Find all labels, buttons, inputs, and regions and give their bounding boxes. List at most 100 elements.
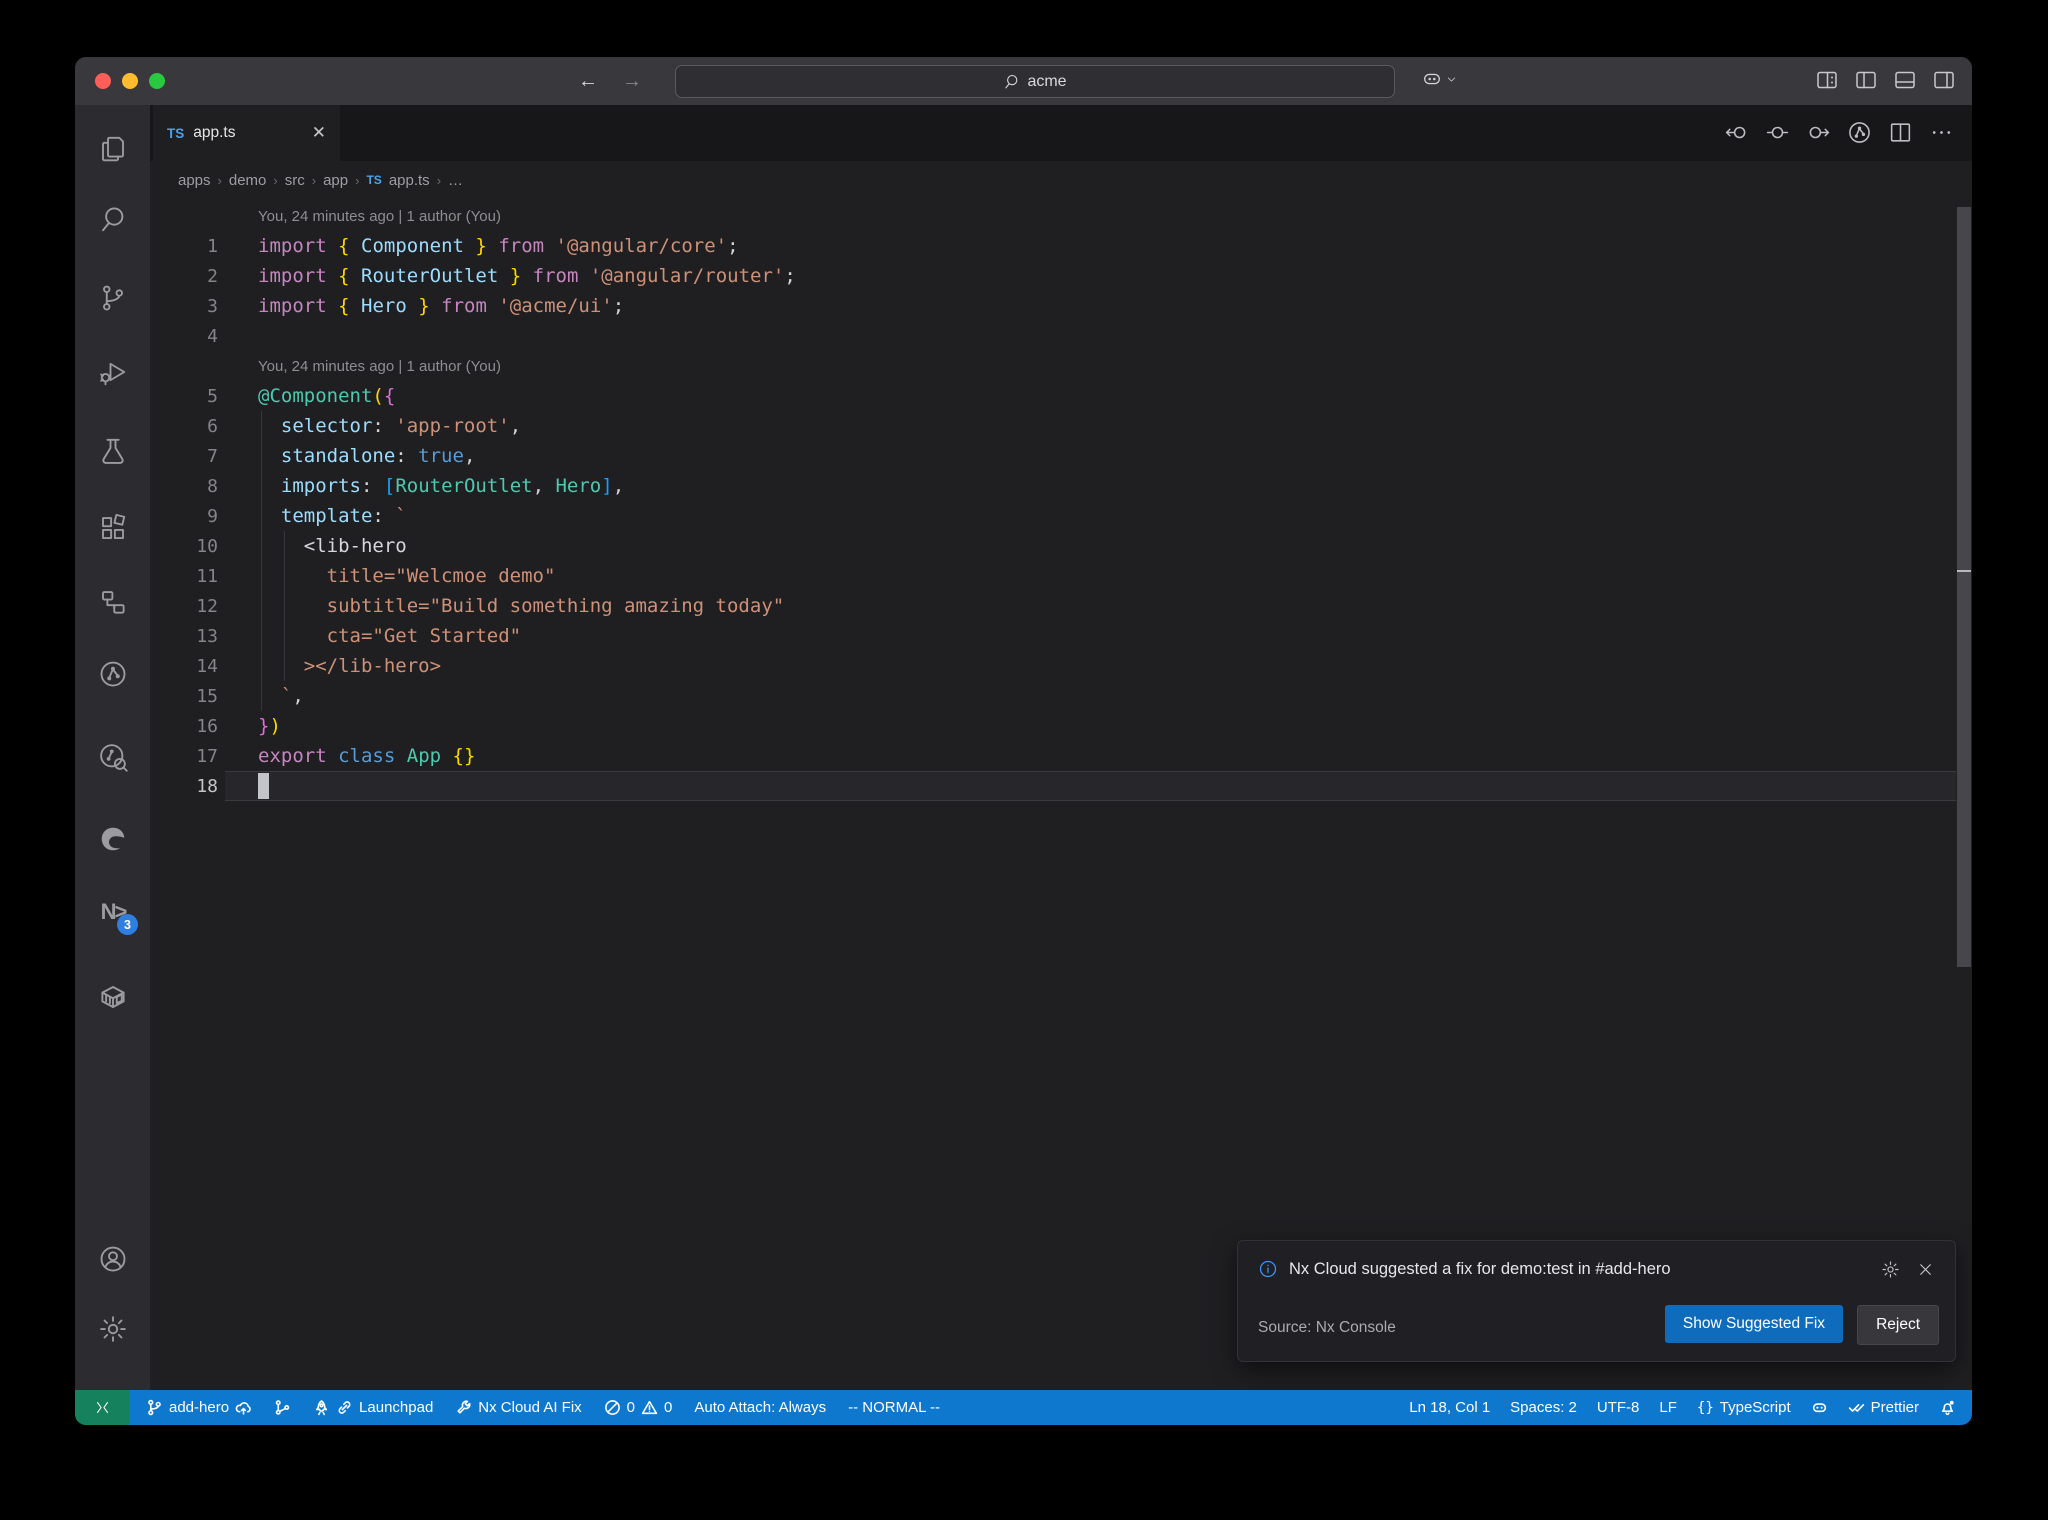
- code-line[interactable]: import { Component } from '@angular/core…: [258, 235, 739, 257]
- activity-run-debug[interactable]: [95, 354, 131, 390]
- status-eol[interactable]: LF: [1659, 1399, 1677, 1416]
- more-actions-icon[interactable]: [1929, 120, 1954, 145]
- code-line[interactable]: selector: 'app-root',: [258, 415, 521, 437]
- activity-settings[interactable]: [95, 1311, 131, 1347]
- customize-layout-icon[interactable]: [1815, 68, 1839, 92]
- tab-app-ts[interactable]: TS app.ts ✕: [153, 105, 340, 161]
- line-number: 10: [196, 535, 218, 557]
- copilot-menu[interactable]: [1421, 68, 1458, 90]
- breadcrumb-item[interactable]: app: [323, 172, 348, 189]
- toggle-panel-left-icon[interactable]: [1854, 68, 1878, 92]
- line-number: 11: [196, 565, 218, 587]
- breadcrumb-item[interactable]: demo: [229, 172, 267, 189]
- notification-settings-icon[interactable]: [1881, 1260, 1900, 1279]
- code-line[interactable]: import { RouterOutlet } from '@angular/r…: [258, 265, 796, 287]
- typescript-file-icon: TS: [167, 125, 185, 141]
- toggle-panel-right-icon[interactable]: [1932, 68, 1956, 92]
- status-auto-attach[interactable]: Auto Attach: Always: [694, 1399, 826, 1416]
- hierarchy-icon: [98, 587, 128, 617]
- status-launchpad[interactable]: Launchpad: [313, 1399, 433, 1416]
- status-language-mode[interactable]: {} TypeScript: [1697, 1399, 1791, 1416]
- activity-extensions[interactable]: [95, 510, 131, 546]
- line-number: 5: [207, 385, 218, 407]
- activity-git-graph[interactable]: [95, 656, 131, 692]
- reject-button[interactable]: Reject: [1857, 1305, 1939, 1345]
- activity-containers[interactable]: [95, 979, 131, 1015]
- breadcrumb-item[interactable]: src: [285, 172, 305, 189]
- navigate-back-button[interactable]: ←: [573, 67, 603, 95]
- activity-search[interactable]: [95, 201, 131, 237]
- double-check-icon: [1848, 1399, 1865, 1416]
- status-vim-mode[interactable]: -- NORMAL --: [848, 1399, 940, 1416]
- status-label: LF: [1659, 1399, 1677, 1416]
- code-line[interactable]: <lib-hero: [258, 535, 407, 557]
- branch-icon: [146, 1399, 163, 1416]
- code-line[interactable]: }): [258, 715, 281, 737]
- status-indentation[interactable]: Spaces: 2: [1510, 1399, 1577, 1416]
- split-editor-icon[interactable]: [1888, 120, 1913, 145]
- status-problems[interactable]: 00: [604, 1399, 672, 1416]
- nav-current-icon[interactable]: [1765, 120, 1790, 145]
- codelens-annotation[interactable]: You, 24 minutes ago | 1 author (You): [258, 208, 501, 225]
- status-formatter[interactable]: Prettier: [1848, 1399, 1919, 1416]
- close-window-button[interactable]: [95, 73, 111, 89]
- editor-cursor: [258, 773, 269, 799]
- status-nx-cloud-ai-fix[interactable]: Nx Cloud AI Fix: [455, 1399, 582, 1416]
- status-copilot-status[interactable]: [1811, 1399, 1828, 1416]
- nav-forward-icon[interactable]: [1806, 120, 1831, 145]
- breadcrumb-separator-icon: ›: [311, 172, 317, 188]
- scrollbar-thumb[interactable]: [1957, 207, 1971, 967]
- line-number: 16: [196, 715, 218, 737]
- wrench-icon: [455, 1399, 472, 1416]
- code-line[interactable]: `,: [258, 685, 304, 707]
- status-cursor-position[interactable]: Ln 18, Col 1: [1409, 1399, 1490, 1416]
- code-line[interactable]: imports: [RouterOutlet, Hero],: [258, 475, 624, 497]
- breadcrumb-item[interactable]: …: [448, 172, 463, 189]
- line-number: 1: [207, 235, 218, 257]
- status-label: Spaces: 2: [1510, 1399, 1577, 1416]
- editor-scrollbar[interactable]: [1956, 199, 1972, 1390]
- notification-close-icon[interactable]: [1916, 1260, 1935, 1279]
- code-line[interactable]: title="Welcmoe demo": [258, 565, 556, 587]
- nav-back-icon[interactable]: [1724, 120, 1749, 145]
- command-center-search[interactable]: acme: [675, 65, 1395, 98]
- minimize-window-button[interactable]: [122, 73, 138, 89]
- code-line[interactable]: standalone: true,: [258, 445, 476, 467]
- breadcrumb-separator-icon: ›: [217, 172, 222, 188]
- breadcrumb-item[interactable]: apps: [178, 172, 211, 189]
- status-encoding[interactable]: UTF-8: [1597, 1399, 1640, 1416]
- link-icon: [336, 1399, 353, 1416]
- code-line[interactable]: cta="Get Started": [258, 625, 521, 647]
- activity-commit-search[interactable]: [95, 739, 131, 775]
- status-notifications-bell[interactable]: [1939, 1399, 1956, 1416]
- breadcrumb-item[interactable]: app.ts: [389, 172, 430, 189]
- code-line[interactable]: export class App {}: [258, 745, 475, 767]
- activity-nx-console[interactable]: N> 3: [95, 894, 138, 935]
- zoom-window-button[interactable]: [149, 73, 165, 89]
- codelens-annotation[interactable]: You, 24 minutes ago | 1 author (You): [258, 358, 501, 375]
- activity-edge-tools[interactable]: [95, 821, 131, 857]
- code-editor[interactable]: You, 24 minutes ago | 1 author (You) 1 imp…: [150, 199, 1956, 1390]
- code-line[interactable]: import { Hero } from '@acme/ui';: [258, 295, 624, 317]
- status-git-graph-status[interactable]: [274, 1399, 291, 1416]
- account-icon: [98, 1244, 128, 1274]
- activity-testing[interactable]: [95, 433, 131, 469]
- status-label: 0: [626, 1399, 636, 1416]
- code-line[interactable]: ></lib-hero>: [258, 655, 441, 677]
- activity-account[interactable]: [95, 1241, 131, 1277]
- remote-indicator[interactable]: [75, 1390, 130, 1425]
- activity-hierarchy[interactable]: [95, 584, 131, 620]
- git-graph-icon[interactable]: [1847, 120, 1872, 145]
- editor-tab-bar: TS app.ts ✕: [150, 105, 1972, 161]
- code-line[interactable]: template: `: [258, 505, 407, 527]
- extensions-icon: [98, 513, 128, 543]
- activity-explorer[interactable]: [95, 131, 131, 167]
- code-line[interactable]: @Component({: [258, 385, 395, 407]
- navigate-forward-button[interactable]: →: [617, 67, 647, 95]
- toggle-panel-bottom-icon[interactable]: [1893, 68, 1917, 92]
- status-git-branch[interactable]: add-hero: [146, 1399, 252, 1416]
- close-tab-icon[interactable]: ✕: [312, 123, 326, 143]
- show-suggested-fix-button[interactable]: Show Suggested Fix: [1664, 1305, 1844, 1343]
- code-line[interactable]: subtitle="Build something amazing today": [258, 595, 785, 617]
- activity-source-control[interactable]: [95, 280, 131, 316]
